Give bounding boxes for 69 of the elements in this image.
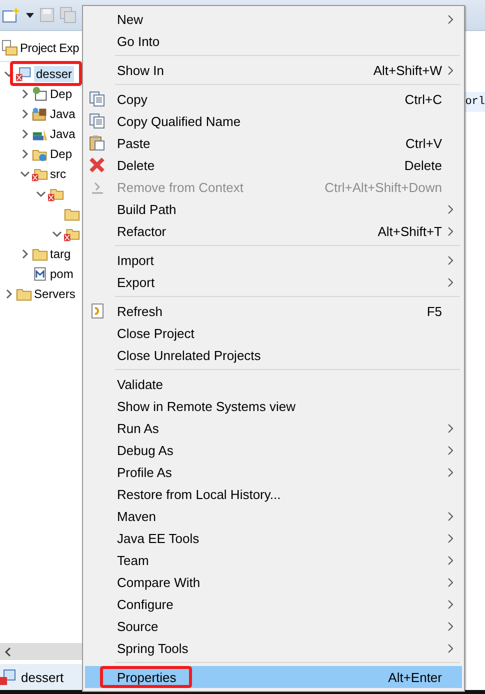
- tree-item[interactable]: desser: [34, 66, 74, 82]
- error-folder-icon: [48, 186, 64, 202]
- chevron-icon[interactable]: [20, 129, 30, 139]
- chevron-icon[interactable]: [4, 69, 14, 79]
- menu-item[interactable]: Refresh F5: [85, 300, 462, 322]
- menu-item[interactable]: Spring Tools: [85, 637, 462, 659]
- menu-item[interactable]: Close Project: [85, 322, 462, 344]
- folder-icon: [16, 286, 32, 302]
- paste-icon: [89, 135, 105, 151]
- tree-item[interactable]: Java: [50, 127, 76, 141]
- menu-item[interactable]: Run As: [85, 417, 462, 439]
- chevron-icon[interactable]: [36, 189, 46, 199]
- copy-icon: [89, 113, 105, 129]
- code-text: orl: [465, 96, 485, 108]
- copy-icon: [89, 91, 105, 107]
- chevron-icon[interactable]: [52, 229, 62, 239]
- new-file-icon[interactable]: [2, 7, 20, 23]
- chevron-icon[interactable]: [4, 289, 14, 299]
- tree-item[interactable]: targ: [50, 247, 71, 261]
- menu-item[interactable]: Show In Alt+Shift+W: [85, 59, 462, 81]
- menu-item[interactable]: Configure: [85, 593, 462, 615]
- menu-item[interactable]: Compare With: [85, 571, 462, 593]
- folder-icon: [64, 206, 80, 222]
- menu-item[interactable]: Refactor Alt+Shift+T: [85, 220, 462, 242]
- tree-item[interactable]: pom: [50, 267, 74, 281]
- error-folder-icon: [32, 166, 48, 182]
- tree-item[interactable]: Java: [50, 107, 76, 121]
- refresh-icon: [89, 303, 105, 319]
- menu-item[interactable]: Build Path: [85, 198, 462, 220]
- menu-item[interactable]: New: [85, 8, 462, 30]
- maven-file-icon: [32, 266, 48, 282]
- menu-item[interactable]: Export: [85, 271, 462, 293]
- menu-item[interactable]: Delete Delete: [85, 154, 462, 176]
- tree-item[interactable]: Dep: [50, 87, 72, 101]
- status-text: dessert: [21, 670, 64, 684]
- menu-item[interactable]: Copy Qualified Name: [85, 110, 462, 132]
- menu-item[interactable]: Import: [85, 249, 462, 271]
- menu-item[interactable]: Paste Ctrl+V: [85, 132, 462, 154]
- menu-item[interactable]: Debug As: [85, 439, 462, 461]
- menu-item[interactable]: Team: [85, 549, 462, 571]
- chevron-icon[interactable]: [20, 169, 30, 179]
- menu-item[interactable]: Maven: [85, 505, 462, 527]
- project-icon: [0, 669, 16, 685]
- menu-item[interactable]: Properties Alt+Enter: [85, 666, 462, 688]
- menu-item[interactable]: Show in Remote Systems view: [85, 395, 462, 417]
- view-title[interactable]: Project Exp: [20, 41, 80, 55]
- tree-item[interactable]: Servers: [34, 287, 76, 301]
- folder-icon: [32, 246, 48, 262]
- dropdown-icon[interactable]: [26, 12, 34, 18]
- menu-item[interactable]: Source: [85, 615, 462, 637]
- library-icon: [32, 106, 48, 122]
- tree-item[interactable]: Dep: [50, 147, 72, 161]
- menu-item[interactable]: Copy Ctrl+C: [85, 88, 462, 110]
- chevron-icon[interactable]: [20, 149, 30, 159]
- menu-item[interactable]: Restore from Local History...: [85, 483, 462, 505]
- menu-item[interactable]: Profile As: [85, 461, 462, 483]
- chevron-icon[interactable]: [20, 249, 30, 259]
- project-icon: [16, 66, 32, 82]
- menu-item[interactable]: Java EE Tools: [85, 527, 462, 549]
- chevron-icon[interactable]: [20, 109, 30, 119]
- menu-item[interactable]: Validate: [85, 373, 462, 395]
- menu-item[interactable]: Close Unrelated Projects: [85, 344, 462, 366]
- error-folder-icon: [64, 226, 80, 242]
- chevron-icon[interactable]: [20, 89, 30, 99]
- scroll-left-icon[interactable]: [4, 646, 12, 656]
- tree-item[interactable]: src: [50, 167, 66, 181]
- menu-item[interactable]: Go Into: [85, 30, 462, 52]
- dependencies-icon: [32, 86, 48, 102]
- delete-icon: [89, 157, 105, 173]
